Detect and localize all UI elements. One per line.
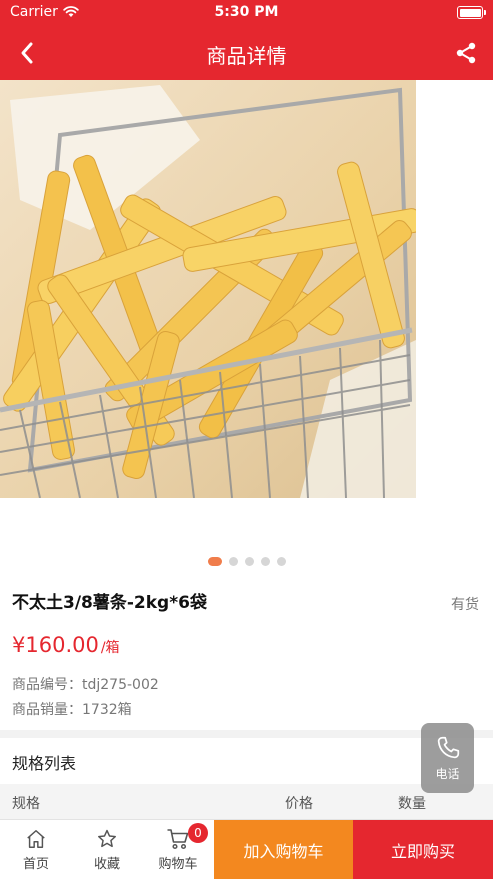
product-sales-value: 1732箱 (82, 702, 132, 718)
product-sales: 商品销量：1732箱 (12, 699, 132, 719)
share-icon (456, 42, 476, 64)
cart-icon (167, 829, 189, 850)
spec-list-title: 规格列表 (12, 754, 77, 773)
tab-favorite-label: 收藏 (93, 857, 120, 872)
product-code: 商品编号：tdj275-002 (12, 674, 159, 694)
bottom-action-bar: 首页 收藏 购物车 0 加入购物车 立即购买 (0, 819, 493, 879)
product-code-value: tdj275-002 (82, 677, 159, 693)
star-icon (98, 829, 116, 848)
carousel-dot[interactable] (244, 556, 254, 566)
tab-cart[interactable]: 购物车 0 (142, 820, 214, 879)
buy-now-button[interactable]: 立即购买 (353, 820, 493, 879)
status-bar: Carrier 5:30 PM (0, 0, 493, 26)
share-button[interactable] (449, 36, 483, 70)
spec-table-header: 规格 价格 数量 (0, 784, 493, 820)
tab-home[interactable]: 首页 (0, 820, 72, 879)
tab-favorite[interactable]: 收藏 (72, 820, 142, 879)
carousel-indicator (0, 556, 493, 566)
tab-home-label: 首页 (22, 857, 49, 872)
product-name: 不太土3/8薯条-2kg*6袋 (12, 593, 207, 613)
product-image-carousel[interactable] (0, 80, 493, 550)
cart-count-badge: 0 (188, 823, 208, 843)
navigation-bar: 商品详情 (0, 26, 493, 80)
price-unit: /箱 (100, 640, 120, 656)
status-time: 5:30 PM (214, 4, 279, 20)
price-column-header: 价格 (285, 796, 313, 812)
carousel-dot[interactable] (260, 556, 270, 566)
product-sales-label: 商品销量： (12, 702, 82, 718)
tab-cart-label: 购物车 (158, 857, 198, 872)
section-divider (0, 730, 493, 738)
quantity-column-header: 数量 (398, 796, 426, 812)
phone-call-button[interactable]: 电话 (421, 723, 474, 793)
carousel-dot[interactable] (276, 556, 286, 566)
home-icon (27, 830, 45, 848)
carousel-dot[interactable] (207, 556, 222, 566)
add-to-cart-button[interactable]: 加入购物车 (214, 820, 353, 879)
spec-column-header: 规格 (12, 796, 40, 812)
battery-icon (457, 6, 486, 19)
stock-status: 有货 (451, 597, 479, 613)
product-code-label: 商品编号： (12, 677, 82, 693)
price-amount: ¥160.00 (12, 633, 99, 657)
product-photo (0, 80, 416, 498)
page-title: 商品详情 (206, 44, 287, 68)
product-price: ¥160.00/箱 (12, 633, 120, 657)
phone-call-label: 电话 (435, 766, 460, 781)
carousel-dot[interactable] (228, 556, 238, 566)
phone-icon (437, 736, 459, 758)
